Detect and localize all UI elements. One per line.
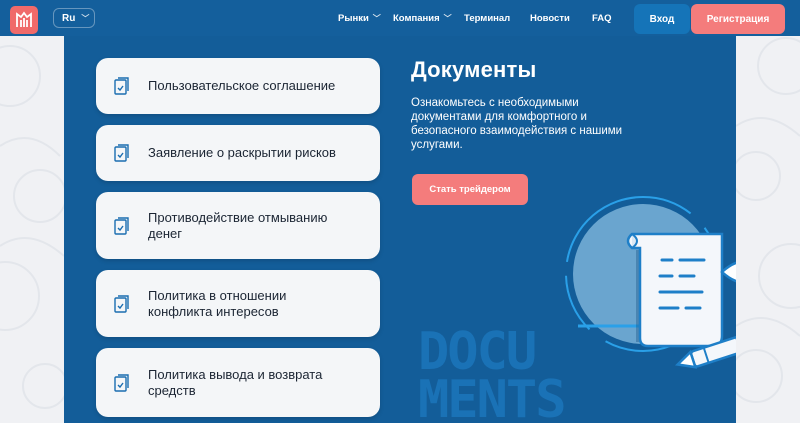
document-label: Политика вывода и возврата средств [148, 366, 323, 398]
document-link-risk-disclosure[interactable]: Заявление о раскрытии рисков [96, 125, 380, 181]
chevron-down-icon: ﹀ [372, 13, 381, 23]
document-check-icon [114, 77, 129, 95]
document-label: Противодействие отмыванию денег [148, 209, 328, 241]
nav-item-faq[interactable]: FAQ [592, 13, 612, 24]
document-link-user-agreement[interactable]: Пользовательское соглашение [96, 58, 380, 114]
nav-item-label: Компания [393, 12, 440, 24]
nav-item-terminal[interactable]: Терминал [464, 13, 510, 24]
document-link-withdrawal-policy[interactable]: Политика вывода и возврата средств [96, 348, 380, 417]
document-label: Политика в отношении конфликта интересов [148, 287, 287, 319]
document-check-icon [114, 216, 129, 235]
chevron-down-icon: ﹀ [81, 13, 90, 23]
nav-item-label: Рынки [338, 12, 369, 24]
document-check-icon [114, 144, 129, 162]
nav-item-news[interactable]: Новости [530, 13, 570, 24]
chevron-down-icon: ﹀ [443, 13, 452, 23]
nav-item-company[interactable]: Компания ﹀ [393, 13, 452, 24]
login-button[interactable]: Вход [634, 4, 690, 34]
logo[interactable] [10, 6, 38, 34]
language-selector[interactable]: Ru ﹀ [53, 8, 95, 28]
nav-item-label: Новости [530, 12, 570, 24]
documents-panel: Пользовательское соглашение Заявление о … [64, 36, 736, 423]
page-description: Ознакомьтесь с необходимыми документами … [411, 97, 623, 151]
document-check-icon [114, 294, 129, 313]
language-label: Ru [62, 12, 76, 24]
documents-illustration: DOCU MENTS [410, 196, 736, 423]
document-check-icon [114, 373, 129, 392]
logo-icon [16, 11, 32, 27]
document-link-aml[interactable]: Противодействие отмыванию денег [96, 192, 380, 259]
document-label: Пользовательское соглашение [148, 78, 336, 93]
nav-item-markets[interactable]: Рынки ﹀ [338, 13, 381, 24]
nav-item-label: FAQ [592, 12, 612, 24]
register-button[interactable]: Регистрация [691, 4, 785, 34]
document-link-conflict-of-interest[interactable]: Политика в отношении конфликта интересов [96, 270, 380, 337]
document-eye-icon [565, 196, 736, 369]
side-pattern-left [0, 36, 64, 423]
side-pattern-right [736, 36, 800, 423]
top-navbar: Ru ﹀ Рынки ﹀ Компания ﹀ Терминал Новости… [0, 0, 800, 36]
nav-item-label: Терминал [464, 12, 511, 24]
page-title: Документы [411, 57, 537, 82]
document-label: Заявление о раскрытии рисков [148, 145, 336, 160]
